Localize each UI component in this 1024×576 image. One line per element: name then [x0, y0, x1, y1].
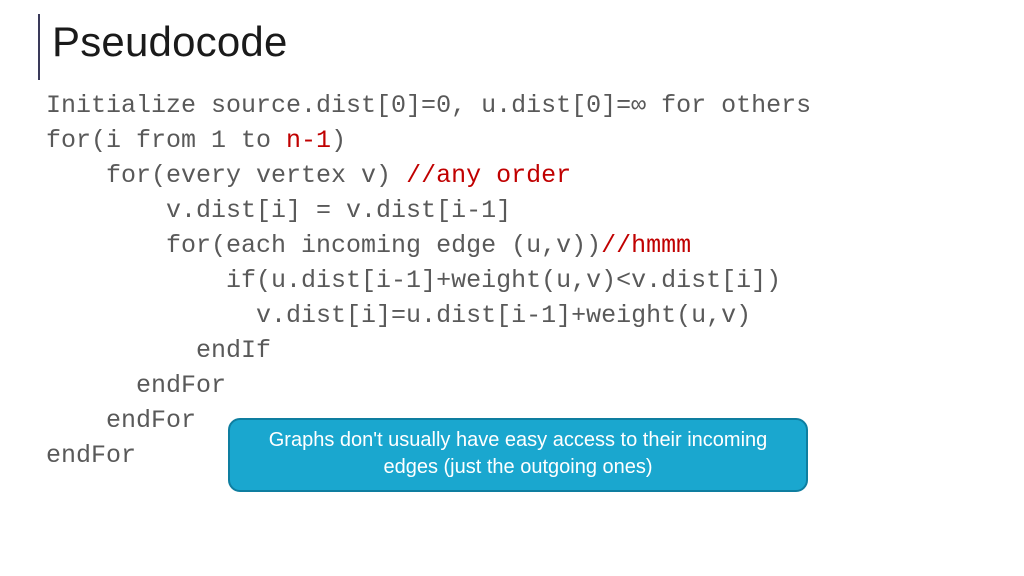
callout-box: Graphs don't usually have easy access to…	[228, 418, 808, 492]
title-rule	[38, 14, 40, 80]
slide: Pseudocode Initialize source.dist[0]=0, …	[0, 0, 1024, 576]
code-line: endIf	[46, 336, 271, 365]
code-line: )	[331, 126, 346, 155]
code-line: endFor	[46, 371, 226, 400]
code-line: if(u.dist[i-1]+weight(u,v)<v.dist[i])	[46, 266, 781, 295]
code-highlight: n-1	[286, 126, 331, 155]
slide-title: Pseudocode	[52, 18, 994, 66]
code-line: v.dist[i] = v.dist[i-1]	[46, 196, 511, 225]
code-line: for(every vertex v)	[46, 161, 406, 190]
pseudocode-block: Initialize source.dist[0]=0, u.dist[0]=∞…	[46, 88, 994, 473]
code-comment: //any order	[406, 161, 571, 190]
code-comment: //hmmm	[601, 231, 691, 260]
code-line: Initialize source.dist[0]=0, u.dist[0]=∞…	[46, 91, 811, 120]
code-line: v.dist[i]=u.dist[i-1]+weight(u,v)	[46, 301, 751, 330]
code-line: endFor	[46, 406, 196, 435]
code-line: endFor	[46, 441, 136, 470]
code-line: for(i from 1 to	[46, 126, 286, 155]
code-line: for(each incoming edge (u,v))	[46, 231, 601, 260]
